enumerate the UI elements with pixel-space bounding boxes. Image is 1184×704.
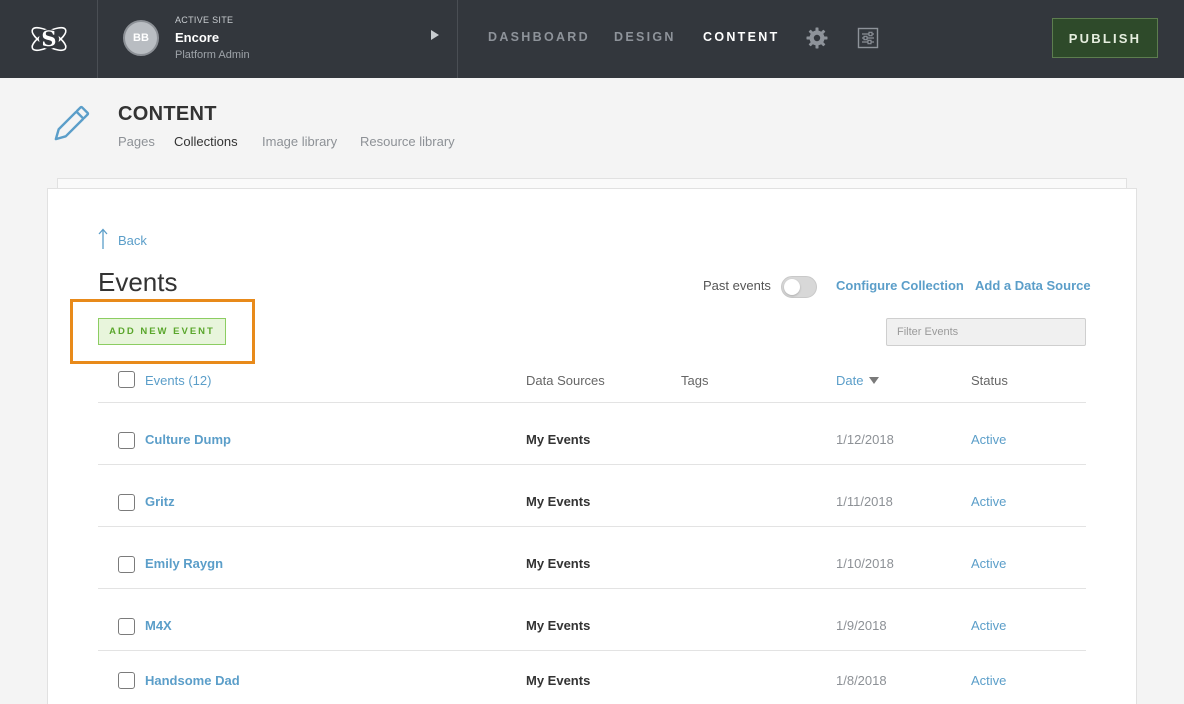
row-checkbox[interactable]	[118, 432, 135, 449]
table-row[interactable]: Gritz My Events 1/11/2018 Active	[0, 476, 1184, 538]
past-events-toggle[interactable]	[781, 276, 817, 298]
page-title: CONTENT	[118, 103, 217, 125]
event-source: My Events	[526, 618, 591, 633]
sort-down-icon	[869, 377, 880, 384]
event-status[interactable]: Active	[971, 432, 1006, 447]
filter-events-input[interactable]	[886, 318, 1086, 346]
event-date: 1/12/2018	[836, 432, 894, 447]
past-events-label: Past events	[703, 278, 771, 293]
configure-collection-link[interactable]: Configure Collection	[836, 278, 964, 293]
column-data-sources: Data Sources	[526, 373, 605, 388]
top-bar: S BB ACTIVE SITE Encore Platform Admin D…	[0, 0, 1184, 78]
event-date: 1/9/2018	[836, 618, 887, 633]
atom-logo-icon: S	[30, 26, 67, 52]
event-date: 1/11/2018	[836, 494, 893, 509]
site-name: Encore	[175, 30, 220, 45]
column-status: Status	[971, 373, 1008, 388]
event-name[interactable]: Culture Dump	[145, 432, 231, 447]
event-source: My Events	[526, 673, 591, 688]
event-status[interactable]: Active	[971, 556, 1006, 571]
event-name[interactable]: Gritz	[145, 494, 175, 509]
back-label: Back	[118, 233, 147, 248]
row-checkbox[interactable]	[118, 672, 135, 689]
column-tags: Tags	[681, 373, 709, 388]
row-checkbox[interactable]	[118, 494, 135, 511]
expand-arrow-icon[interactable]	[431, 30, 439, 40]
toggle-knob	[784, 279, 800, 295]
event-status[interactable]: Active	[971, 618, 1006, 633]
panel-edge	[57, 178, 1127, 188]
row-divider	[98, 588, 1086, 589]
header-divider	[98, 402, 1086, 403]
row-checkbox[interactable]	[118, 556, 135, 573]
event-date: 1/10/2018	[836, 556, 894, 571]
event-status[interactable]: Active	[971, 673, 1006, 688]
subnav-image-library[interactable]: Image library	[262, 134, 337, 149]
column-events[interactable]: Events (12)	[145, 373, 211, 388]
logo[interactable]: S	[0, 0, 98, 78]
subnav-resource-library[interactable]: Resource library	[360, 134, 455, 149]
event-source: My Events	[526, 556, 591, 571]
pencil-icon	[54, 105, 90, 141]
collection-title: Events	[98, 267, 178, 297]
site-role: Platform Admin	[175, 49, 250, 61]
table-row[interactable]: Emily Raygn My Events 1/10/2018 Active	[0, 538, 1184, 600]
table-row[interactable]: Handsome Dad My Events 1/8/2018 Active	[0, 642, 1184, 704]
event-source: My Events	[526, 432, 591, 447]
table-row[interactable]: Culture Dump My Events 1/12/2018 Active	[0, 414, 1184, 476]
nav-content[interactable]: CONTENT	[703, 30, 780, 44]
column-date[interactable]: Date	[836, 373, 880, 388]
publish-button[interactable]: PUBLISH	[1052, 18, 1158, 58]
site-kicker: ACTIVE SITE	[175, 15, 234, 25]
avatar: BB	[123, 20, 159, 56]
event-date: 1/8/2018	[836, 673, 887, 688]
add-data-source-link[interactable]: Add a Data Source	[975, 278, 1091, 293]
nav-design[interactable]: DESIGN	[614, 30, 676, 44]
logo-letter: S	[41, 26, 56, 51]
arrow-up-icon	[98, 228, 108, 249]
row-divider	[98, 464, 1086, 465]
back-link[interactable]: Back	[97, 228, 147, 250]
nav-dashboard[interactable]: DASHBOARD	[488, 30, 590, 44]
subnav-collections[interactable]: Collections	[174, 134, 238, 149]
subnav-pages[interactable]: Pages	[118, 134, 155, 149]
row-divider	[98, 526, 1086, 527]
gear-icon[interactable]	[805, 26, 829, 50]
event-name[interactable]: Handsome Dad	[145, 673, 240, 688]
event-source: My Events	[526, 494, 591, 509]
add-new-event-button[interactable]: ADD NEW EVENT	[98, 318, 226, 345]
site-switcher[interactable]: BB ACTIVE SITE Encore Platform Admin	[98, 0, 458, 78]
row-checkbox[interactable]	[118, 618, 135, 635]
event-name[interactable]: M4X	[145, 618, 172, 633]
sliders-icon[interactable]	[856, 26, 880, 50]
event-status[interactable]: Active	[971, 494, 1006, 509]
column-date-label: Date	[836, 373, 864, 388]
event-name[interactable]: Emily Raygn	[145, 556, 223, 571]
select-all-checkbox[interactable]	[118, 371, 135, 388]
